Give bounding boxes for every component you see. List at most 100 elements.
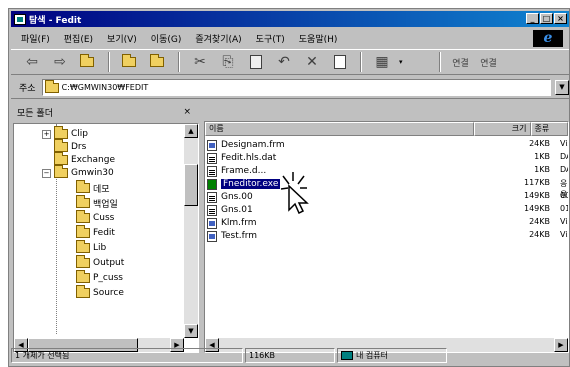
status-bar: 1 개체가 선택됨 116KB 내 컴퓨터	[11, 348, 569, 364]
file-name: Frame.d...	[221, 166, 267, 176]
file-name: Gns.00	[221, 192, 253, 202]
file-row[interactable]: Fedit.hls.dat	[207, 152, 276, 164]
address-dropdown-button[interactable]: ▼	[555, 80, 569, 95]
title-bar[interactable]: 탐색 - Fedit _ □ ×	[11, 11, 569, 27]
views-button[interactable]: ▦	[371, 52, 393, 72]
column-header-size[interactable]: 크기	[474, 122, 531, 136]
menu-bar: 파일(F) 편집(E) 보기(V) 이동(G) 즐겨찾기(A) 도구(T) 도움…	[11, 29, 569, 47]
address-field[interactable]: C:₩GMWIN30₩FEDIT	[41, 79, 551, 96]
column-header-name[interactable]: 이름	[205, 122, 475, 136]
disconnect-drive-button[interactable]	[147, 52, 169, 72]
map-drive-icon	[121, 54, 136, 67]
toolbar: ⇦ ⇨ ✂ ⎘ ↶ ✕ ▦ ▾ 연결 연결	[11, 49, 569, 75]
file-row[interactable]: Klm.frm	[207, 217, 257, 229]
file-size: 149KB	[523, 191, 550, 200]
file-row[interactable]: Gns.00	[207, 191, 253, 203]
file-type: Vis	[560, 230, 568, 239]
delete-button[interactable]: ✕	[301, 52, 323, 72]
back-button[interactable]: ⇦	[21, 52, 43, 72]
file-type: 00	[560, 191, 568, 200]
menu-go[interactable]: 이동(G)	[151, 32, 182, 45]
status-selection: 1 개체가 선택됨	[11, 348, 243, 363]
map-drive-button[interactable]	[119, 52, 141, 72]
folder-pane-title: 모든 폴더	[17, 108, 53, 119]
data-file-icon	[207, 152, 217, 164]
tree-item-cuss[interactable]: Cuss	[76, 210, 114, 224]
expand-icon[interactable]: +	[42, 129, 51, 139]
file-name: Designam.frm	[221, 140, 285, 150]
open-folder-icon	[76, 225, 90, 238]
cut-button[interactable]: ✂	[189, 52, 211, 72]
copy-button[interactable]: ⎘	[217, 52, 239, 72]
ie-logo-icon: e	[533, 30, 563, 47]
scroll-up-icon[interactable]: ▲	[184, 124, 198, 138]
tree-item-label: Source	[93, 288, 124, 298]
file-size: 149KB	[523, 204, 550, 213]
tree-item-exchange[interactable]: Exchange	[54, 152, 115, 166]
properties-button[interactable]	[329, 52, 351, 72]
address-bar: 주소 C:₩GMWIN30₩FEDIT ▼	[11, 77, 569, 99]
tree-item-p-cuss[interactable]: P_cuss	[76, 270, 123, 284]
tree-item-clip[interactable]: + Clip	[42, 126, 88, 140]
tree-item-lib[interactable]: Lib	[76, 240, 106, 254]
tree-item-label: Exchange	[71, 155, 115, 165]
forward-button[interactable]: ⇨	[49, 52, 71, 72]
file-type: DA	[560, 152, 568, 161]
tree-item-fedit[interactable]: Fedit	[76, 225, 115, 239]
column-header-type[interactable]: 종류	[530, 122, 568, 136]
menu-edit[interactable]: 편집(E)	[64, 32, 93, 45]
folder-icon	[76, 195, 90, 208]
maximize-button[interactable]: □	[540, 13, 553, 24]
explorer-window: 탐색 - Fedit _ □ × 파일(F) 편집(E) 보기(V) 이동(G)…	[8, 8, 570, 367]
file-row[interactable]: Gns.01	[207, 204, 253, 216]
file-row[interactable]: Designam.frm	[207, 139, 285, 151]
menu-file[interactable]: 파일(F)	[21, 32, 50, 45]
tree-item-label: Output	[93, 258, 125, 268]
status-size: 116KB	[245, 348, 335, 363]
file-type: Vis	[560, 217, 568, 226]
address-value: C:₩GMWIN30₩FEDIT	[61, 83, 149, 92]
computer-icon	[341, 351, 353, 360]
file-size: 1KB	[534, 165, 550, 174]
folder-icon	[54, 139, 68, 152]
folder-pane-close-button[interactable]: ×	[183, 107, 191, 117]
undo-button[interactable]: ↶	[273, 52, 295, 72]
up-folder-button[interactable]	[77, 52, 99, 72]
tree-item-backup[interactable]: 백업일	[76, 195, 118, 210]
menu-favorites[interactable]: 즐겨찾기(A)	[195, 32, 241, 45]
file-size: 24KB	[529, 139, 550, 148]
scroll-thumb[interactable]	[184, 164, 198, 206]
tree-item-output[interactable]: Output	[76, 255, 125, 269]
paste-button[interactable]	[245, 52, 267, 72]
folder-icon	[54, 152, 68, 165]
file-size: 1KB	[534, 152, 550, 161]
file-name: Gns.01	[221, 205, 253, 215]
file-name: Klm.frm	[221, 218, 257, 228]
menu-view[interactable]: 보기(V)	[107, 32, 137, 45]
minimize-button[interactable]: _	[526, 13, 539, 24]
menu-tools[interactable]: 도구(T)	[256, 32, 285, 45]
folder-tree-pane: 모든 폴더 × + Clip Drs Exchange − Gmwin30 데모…	[13, 103, 199, 353]
links-button[interactable]: 연결	[450, 52, 472, 72]
file-row[interactable]: Frame.d...	[207, 165, 266, 177]
close-button[interactable]: ×	[554, 13, 567, 24]
tree-item-label: 백업일	[93, 199, 118, 210]
file-row-selected[interactable]: Fneditor.exe	[207, 178, 281, 190]
tree-vertical-scrollbar[interactable]: ▲ ▼	[184, 124, 198, 338]
menu-help[interactable]: 도움말(H)	[299, 32, 338, 45]
properties-icon	[334, 55, 346, 69]
status-location-label: 내 컴퓨터	[356, 351, 388, 360]
file-name: Test.frm	[221, 231, 258, 241]
scroll-down-icon[interactable]: ▼	[184, 324, 198, 338]
tree-item-gmwin30[interactable]: − Gmwin30	[42, 165, 114, 179]
explorer-app-icon	[14, 13, 26, 25]
links-button-2[interactable]: 연결	[478, 52, 500, 72]
folder-icon	[54, 126, 68, 139]
tree-item-label: Clip	[71, 129, 88, 139]
collapse-icon[interactable]: −	[42, 168, 51, 178]
folder-pane-header: 모든 폴더 ×	[13, 103, 199, 121]
file-row[interactable]: Test.frm	[207, 230, 257, 242]
tree-item-demo[interactable]: 데모	[76, 180, 110, 195]
tree-item-source[interactable]: Source	[76, 285, 124, 299]
views-dropdown-icon[interactable]: ▾	[399, 58, 403, 66]
